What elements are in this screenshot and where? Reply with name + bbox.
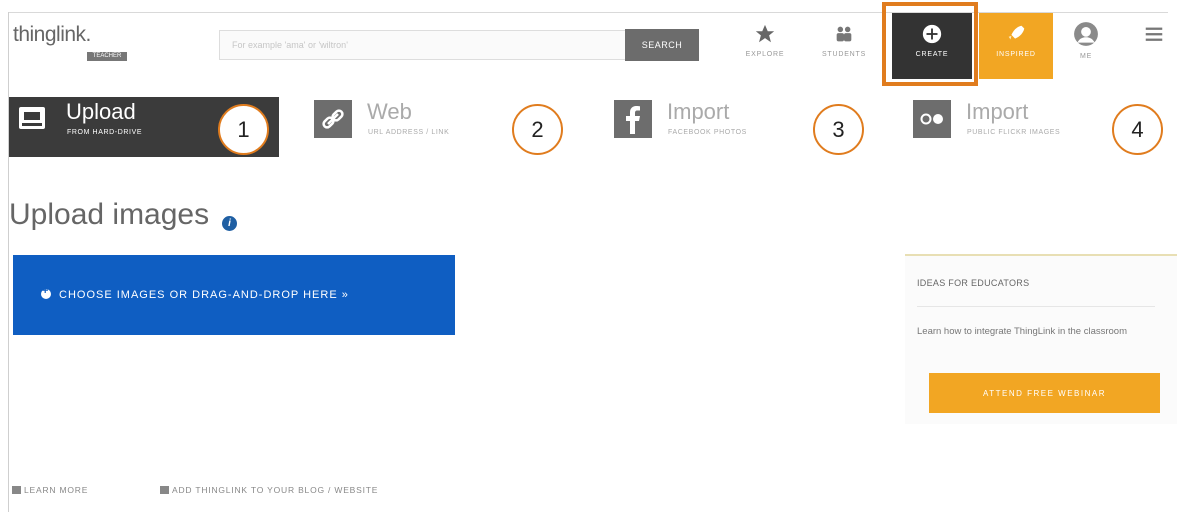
hamburger-menu-button[interactable] [1134,13,1174,79]
create-highlight-box [882,2,978,86]
teacher-badge: TEACHER [87,52,127,61]
nav-students-label: STUDENTS [821,51,867,58]
frame-left-border [8,12,9,512]
rocket-icon [1008,25,1025,40]
choose-images-label: CHOOSE IMAGES OR DRAG-AND-DROP HERE » [59,289,349,301]
star-icon [755,24,775,43]
tab-upload-subtitle: FROM HARD-DRIVE [67,129,143,136]
code-icon [160,486,169,494]
avatar-icon [1074,22,1098,46]
step-number-2: 2 [512,104,563,155]
plus-circle-icon [41,285,51,299]
ideas-divider [917,306,1155,307]
search-input[interactable] [219,30,633,60]
top-header: thinglink. TEACHER SEARCH EXPLORE STUDEN… [9,2,1177,86]
step-number-1: 1 [218,104,269,155]
flickr-icon [913,100,951,138]
step-number-4: 4 [1112,104,1163,155]
add-thinglink-label: ADD THINGLINK TO YOUR BLOG / WEBSITE [172,485,379,495]
attend-webinar-button[interactable]: ATTEND FREE WEBINAR [929,373,1160,413]
hard-drive-icon [19,107,45,129]
hamburger-menu-icon [1145,27,1163,41]
nav-inspired-label: INSPIRED [996,51,1036,58]
tab-flickr-subtitle: PUBLIC FLICKR IMAGES [967,129,1061,136]
nav-explore[interactable]: EXPLORE [734,13,796,79]
step-number-3: 3 [813,104,864,155]
students-icon [836,26,852,42]
nav-students[interactable]: STUDENTS [809,13,879,79]
tab-flickr-title: Import [966,99,1029,124]
learn-more-link[interactable]: LEARN MORE [12,485,88,495]
book-icon [12,486,21,494]
logo-text: thinglink. [13,23,91,46]
facebook-icon [614,100,652,138]
search-button[interactable]: SEARCH [625,29,699,61]
page-title: Upload images [9,198,210,231]
ideas-for-educators-panel: IDEAS FOR EDUCATORS Learn how to integra… [905,254,1177,424]
nav-me[interactable]: ME [1061,13,1111,79]
ideas-text: Learn how to integrate ThingLink in the … [917,326,1128,337]
nav-explore-label: EXPLORE [745,51,785,58]
nav-me-label: ME [1079,53,1093,60]
thinglink-logo[interactable]: thinglink. TEACHER [13,23,127,61]
nav-inspired[interactable]: INSPIRED [979,13,1053,79]
link-icon [314,100,352,138]
help-icon[interactable]: i [222,216,237,231]
tab-facebook-subtitle: FACEBOOK PHOTOS [668,129,747,136]
tab-web-subtitle: URL ADDRESS / LINK [368,129,450,136]
tab-web-title: Web [367,99,412,124]
add-thinglink-link[interactable]: ADD THINGLINK TO YOUR BLOG / WEBSITE [160,485,378,495]
choose-images-button[interactable]: CHOOSE IMAGES OR DRAG-AND-DROP HERE » [13,255,455,335]
ideas-title: IDEAS FOR EDUCATORS [917,278,1030,288]
tab-upload-title: Upload [66,99,136,124]
learn-more-label: LEARN MORE [24,485,89,495]
tab-facebook-title: Import [667,99,730,124]
